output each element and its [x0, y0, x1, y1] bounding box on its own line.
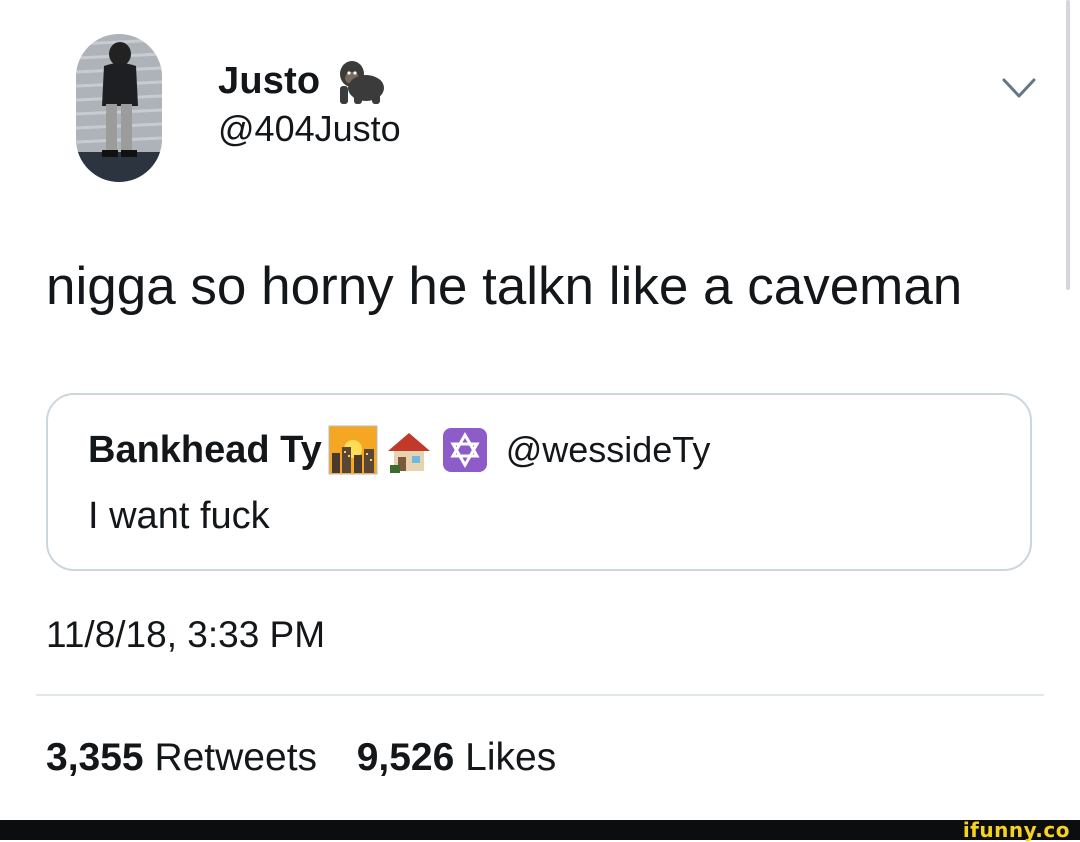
likes-label: Likes [465, 736, 557, 779]
house-emoji-icon [387, 433, 430, 473]
tweet-text: nigga so horny he talkn like a caveman [46, 257, 963, 316]
quoted-tweet-card[interactable]: Bankhead Ty @wessideTy I want fuck [46, 393, 1032, 571]
avatar[interactable] [76, 34, 162, 182]
star-of-david-emoji-icon [442, 428, 487, 472]
avatar-photo [76, 34, 162, 182]
author-handle[interactable]: @404Justo [218, 108, 401, 150]
quoted-author-name: Bankhead Ty [88, 428, 322, 471]
gorilla-emoji-icon [340, 61, 385, 104]
city-dusk-emoji-icon [328, 425, 378, 475]
chevron-down-icon[interactable] [998, 70, 1040, 106]
quoted-author-handle: @wessideTy [505, 429, 711, 470]
tweet-timestamp[interactable]: 11/8/18, 3:33 PM [46, 614, 325, 656]
watermark-bar: ifunny.co [0, 818, 1080, 842]
scrollbar[interactable] [1066, 0, 1070, 290]
divider [36, 694, 1044, 696]
retweets-count: 3,355 [46, 736, 144, 779]
retweets-stat[interactable]: 3,355 Retweets [46, 736, 328, 779]
author-name-row[interactable]: Justo [218, 56, 388, 106]
author-name[interactable]: Justo [218, 60, 320, 103]
quoted-tweet-header: Bankhead Ty @wessideTy [88, 425, 710, 475]
retweets-label: Retweets [154, 736, 318, 779]
quoted-tweet-text: I want fuck [88, 495, 270, 537]
watermark: ifunny.co [962, 818, 1070, 842]
likes-stat[interactable]: 9,526 Likes [357, 736, 557, 779]
likes-count: 9,526 [356, 736, 455, 779]
engagement-stats: 3,355 Retweets 9,526 Likes [46, 736, 556, 780]
